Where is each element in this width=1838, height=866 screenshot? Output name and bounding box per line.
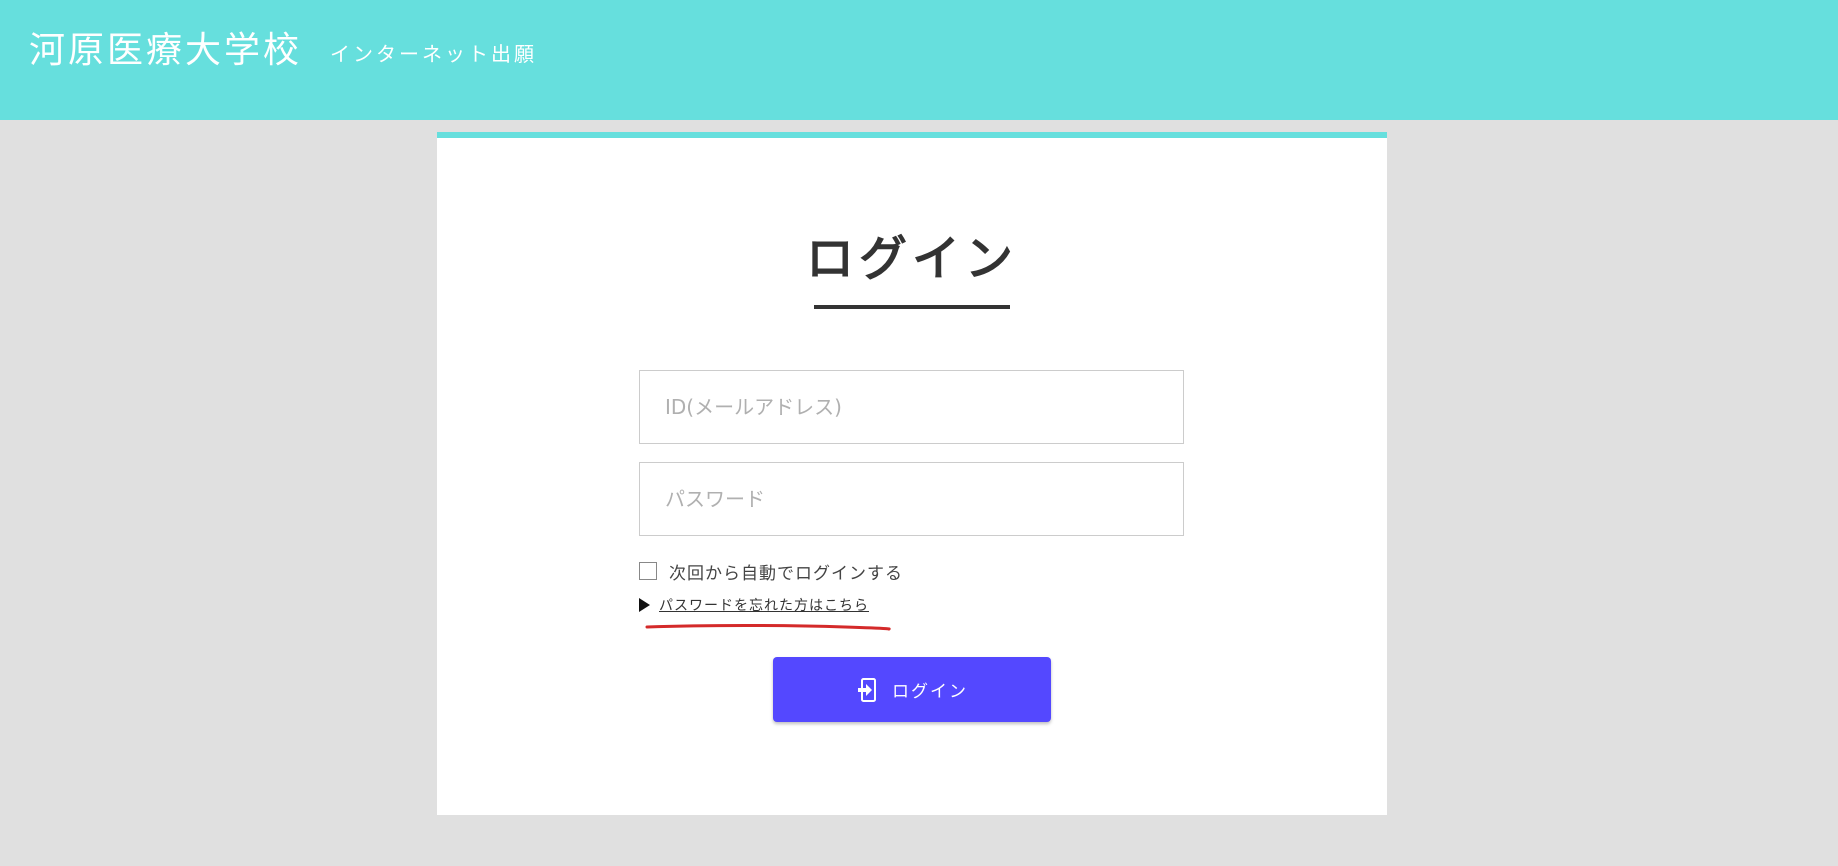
forgot-password-link[interactable]: パスワードを忘れた方はこちら [659,595,869,615]
red-underline-annotation [645,624,891,631]
page-title: ログイン [805,231,1018,287]
triangle-right-icon [639,598,650,612]
forgot-password-row: パスワードを忘れた方はこちら [639,594,869,616]
remember-label[interactable]: 次回から自動でログインする [669,559,903,584]
email-field[interactable] [639,370,1184,444]
login-card: ログイン 次回から自動でログインする パスワードを忘れた方はこちら ログイン [437,132,1387,815]
header-bar: 河原医療大学校 インターネット出願 [0,0,1838,120]
password-field[interactable] [639,462,1184,536]
school-name: 河原医療大学校 [29,30,303,71]
login-icon [856,677,878,703]
login-button-label: ログイン [892,682,968,701]
login-button[interactable]: ログイン [773,657,1051,722]
header-subtitle: インターネット出願 [330,42,537,66]
remember-row[interactable]: 次回から自動でログインする [639,558,903,584]
title-underline [814,305,1010,309]
remember-checkbox[interactable] [639,562,657,580]
